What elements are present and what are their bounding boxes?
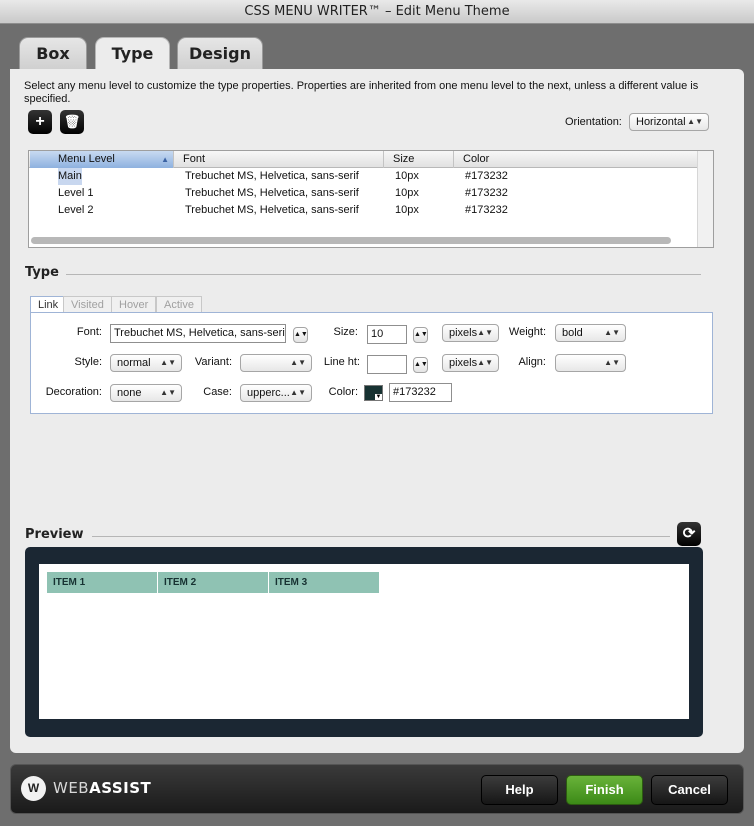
select-arrows-icon: ▲▼ — [290, 358, 306, 367]
cell-level: Level 1 — [58, 187, 94, 199]
column-header-size[interactable]: Size — [385, 151, 454, 168]
cell-size: 10px — [395, 187, 419, 199]
cell-level: Level 2 — [58, 204, 94, 216]
column-header-font[interactable]: Font — [175, 151, 384, 168]
line-height-label: Line ht: — [323, 356, 360, 368]
subtab-active[interactable]: Active — [156, 296, 202, 313]
sort-ascending-icon: ▲ — [161, 155, 169, 164]
vertical-scrollbar[interactable] — [697, 151, 713, 247]
preview-title: Preview — [25, 527, 84, 542]
align-select[interactable]: ▲▼ — [555, 354, 626, 372]
subtab-hover[interactable]: Hover — [111, 296, 157, 313]
column-label: Menu Level — [58, 153, 115, 165]
color-swatch[interactable]: ▼ — [364, 385, 383, 401]
decoration-select[interactable]: none ▲▼ — [110, 384, 182, 402]
tab-design[interactable]: Design — [177, 37, 263, 70]
cell-color: #173232 — [465, 170, 508, 182]
font-label: Font: — [76, 326, 102, 338]
tab-box[interactable]: Box — [19, 37, 87, 70]
align-label: Align: — [518, 356, 546, 368]
finish-button[interactable]: Finish — [566, 775, 643, 805]
case-value: upperc... — [247, 387, 290, 399]
chevron-down-icon: ▼ — [375, 394, 382, 400]
size-stepper[interactable]: ▲▼ — [413, 327, 428, 343]
cell-level: Main — [58, 168, 82, 185]
select-arrows-icon: ▲▼ — [477, 358, 493, 367]
orientation-value: Horizontal — [636, 116, 686, 128]
horizontal-scrollbar[interactable] — [31, 237, 671, 244]
preview-divider — [92, 536, 670, 537]
select-arrows-icon: ▲▼ — [687, 117, 703, 126]
decoration-value: none — [117, 387, 142, 399]
preview-menu-item[interactable]: ITEM 2 — [158, 572, 269, 593]
preview-menu-item[interactable]: ITEM 1 — [47, 572, 158, 593]
section-divider — [66, 274, 701, 275]
column-header-color[interactable]: Color — [455, 151, 697, 168]
menu-levels-table: Menu Level ▲ Font Size Color Main Trebuc… — [28, 150, 714, 248]
logo-text-assist: ASSIST — [89, 779, 152, 797]
weight-value: bold — [562, 327, 583, 339]
cell-font: Trebuchet MS, Helvetica, sans-serif — [185, 204, 359, 216]
tab-type[interactable]: Type — [95, 37, 170, 72]
logo-text-web: WEB — [53, 779, 90, 797]
orientation-label: Orientation: — [565, 116, 622, 128]
weight-label: Weight: — [508, 326, 546, 338]
select-arrows-icon: ▲▼ — [477, 328, 493, 337]
color-label: Color: — [328, 386, 358, 398]
decoration-label: Decoration: — [45, 386, 102, 398]
case-select[interactable]: upperc... ▲▼ — [240, 384, 312, 402]
font-picker-arrows-icon[interactable]: ▲▼ — [293, 327, 308, 343]
variant-label: Variant: — [194, 356, 232, 368]
column-header-menu-level[interactable]: Menu Level ▲ — [30, 151, 174, 168]
select-arrows-icon: ▲▼ — [604, 328, 620, 337]
table-header: Menu Level ▲ Font Size Color — [29, 151, 697, 168]
cell-font: Trebuchet MS, Helvetica, sans-serif — [185, 187, 359, 199]
subtab-visited[interactable]: Visited — [63, 296, 112, 313]
select-arrows-icon: ▲▼ — [604, 358, 620, 367]
style-select[interactable]: normal ▲▼ — [110, 354, 182, 372]
size-field[interactable]: 10 — [367, 325, 407, 344]
weight-select[interactable]: bold ▲▼ — [555, 324, 626, 342]
line-height-stepper[interactable]: ▲▼ — [413, 357, 428, 373]
color-field[interactable]: #173232 — [389, 383, 452, 402]
type-section-title: Type — [25, 265, 59, 280]
table-row[interactable]: Main Trebuchet MS, Helvetica, sans-serif… — [29, 168, 697, 185]
webassist-logo-text: WEBASSIST — [53, 779, 151, 797]
style-label: Style: — [74, 356, 102, 368]
select-arrows-icon: ▲▼ — [160, 388, 176, 397]
preview-menu-item[interactable]: ITEM 3 — [269, 572, 379, 593]
plus-icon[interactable]: + — [28, 110, 52, 134]
table-row[interactable]: Level 1 Trebuchet MS, Helvetica, sans-se… — [29, 185, 697, 202]
refresh-icon[interactable]: ⟳ — [677, 522, 701, 546]
table-row[interactable]: Level 2 Trebuchet MS, Helvetica, sans-se… — [29, 202, 697, 219]
select-arrows-icon: ▲▼ — [160, 358, 176, 367]
cell-font: Trebuchet MS, Helvetica, sans-serif — [185, 170, 359, 182]
window-title: CSS MENU WRITER™ – Edit Menu Theme — [0, 0, 754, 24]
subtab-link[interactable]: Link — [30, 296, 67, 313]
size-unit-select[interactable]: pixels ▲▼ — [442, 324, 499, 342]
cell-size: 10px — [395, 204, 419, 216]
size-label: Size: — [333, 326, 358, 338]
webassist-logo-icon: W — [21, 776, 46, 801]
cell-color: #173232 — [465, 187, 508, 199]
variant-select[interactable]: ▲▼ — [240, 354, 312, 372]
line-height-unit-value: pixels — [449, 357, 478, 369]
orientation-select[interactable]: Horizontal ▲▼ — [629, 113, 709, 131]
line-height-field[interactable] — [367, 355, 407, 374]
cancel-button[interactable]: Cancel — [651, 775, 728, 805]
trash-icon[interactable]: 🗑 — [60, 110, 84, 134]
font-field[interactable]: Trebuchet MS, Helvetica, sans-serif — [110, 324, 286, 343]
line-height-unit-select[interactable]: pixels ▲▼ — [442, 354, 499, 372]
cell-color: #173232 — [465, 204, 508, 216]
instructions-text: Select any menu level to customize the t… — [24, 80, 699, 105]
case-label: Case: — [203, 386, 232, 398]
help-button[interactable]: Help — [481, 775, 558, 805]
select-arrows-icon: ▲▼ — [290, 388, 306, 397]
cell-size: 10px — [395, 170, 419, 182]
style-value: normal — [117, 357, 151, 369]
size-unit-value: pixels — [449, 327, 478, 339]
